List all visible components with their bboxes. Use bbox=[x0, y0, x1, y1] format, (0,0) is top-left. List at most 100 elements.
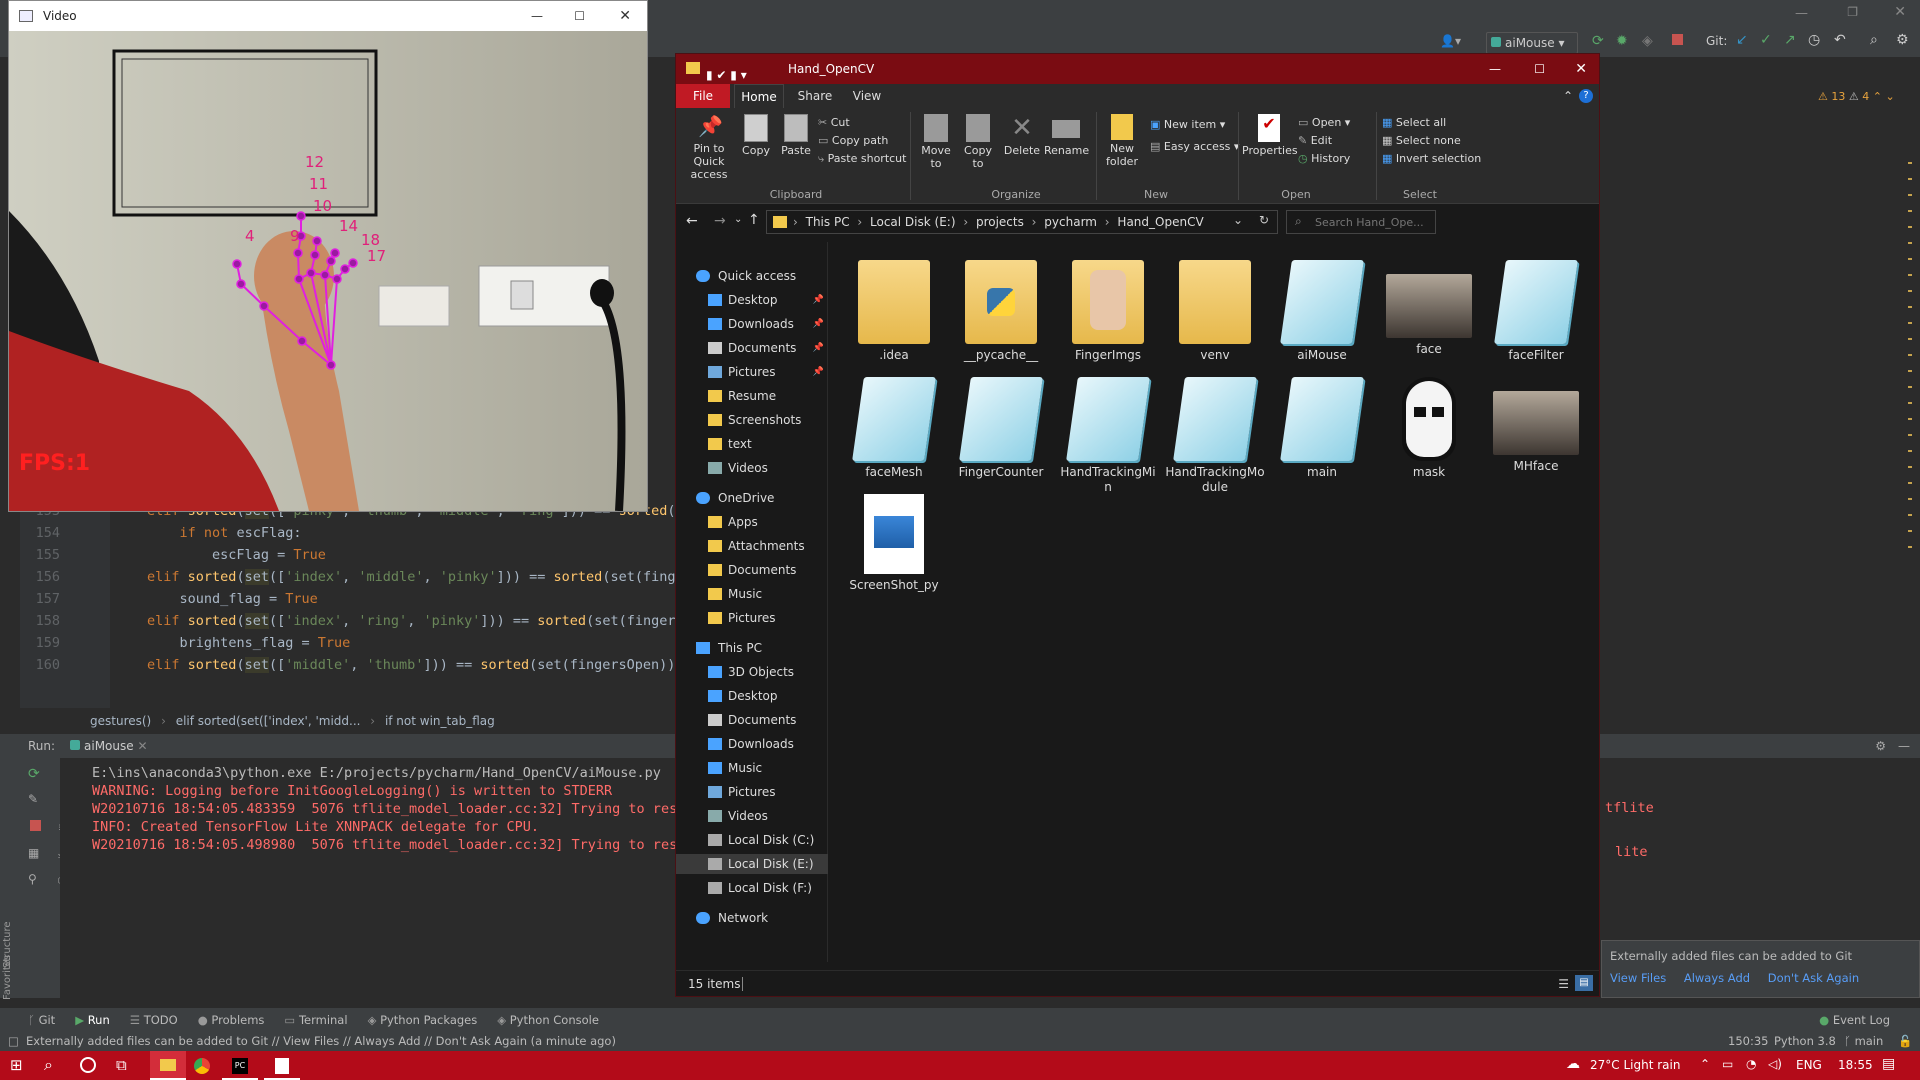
close-icon[interactable]: ✕ bbox=[1894, 4, 1906, 20]
refresh-icon[interactable]: ↻ bbox=[1259, 213, 1269, 227]
windows-start-icon[interactable]: ⊞ bbox=[10, 1056, 23, 1074]
file-item[interactable]: venv bbox=[1165, 260, 1265, 363]
copy-button[interactable]: Copy bbox=[738, 112, 774, 182]
pin-icon[interactable]: 📌 bbox=[813, 338, 824, 358]
nav-item-local-disk-c[interactable]: Local Disk (C:) bbox=[676, 830, 828, 850]
file-item[interactable]: mask bbox=[1379, 377, 1479, 480]
path-segment[interactable]: pycharm bbox=[1044, 215, 1097, 229]
stop-icon[interactable] bbox=[1672, 34, 1683, 45]
nav-item-documents[interactable]: Documents bbox=[676, 710, 828, 730]
chevron-right-icon[interactable]: › bbox=[1101, 215, 1113, 229]
settings-icon[interactable]: ⚙ bbox=[1896, 32, 1909, 48]
restore-icon[interactable]: ❐ bbox=[1847, 5, 1858, 19]
nav-item-resume[interactable]: Resume bbox=[676, 386, 828, 406]
nav-item-attachments[interactable]: Attachments bbox=[676, 536, 828, 556]
file-item[interactable]: faceMesh bbox=[844, 377, 944, 480]
git-push-icon[interactable]: ↗ bbox=[1784, 32, 1796, 48]
rename-button[interactable]: Rename bbox=[1044, 112, 1089, 182]
always-add-link[interactable]: Always Add bbox=[1684, 971, 1750, 985]
history-icon[interactable]: ◷ bbox=[1808, 32, 1820, 48]
battery-icon[interactable]: ▭ bbox=[1722, 1057, 1733, 1071]
tool-tab-python-packages[interactable]: ◈ Python Packages bbox=[368, 1013, 478, 1027]
nav-item-videos[interactable]: Videos bbox=[676, 458, 828, 478]
nav-item-onedrive[interactable]: OneDrive bbox=[676, 488, 828, 508]
easy-access-button[interactable]: ▤ Easy access ▾ bbox=[1150, 136, 1239, 158]
warnings-indicator[interactable]: ⚠ 13 ⚠ 4 ⌃ ⌄ bbox=[1818, 90, 1895, 103]
pin-icon[interactable]: 📌 bbox=[813, 290, 824, 310]
file-item[interactable]: aiMouse bbox=[1272, 260, 1372, 363]
nav-item-screenshots[interactable]: Screenshots bbox=[676, 410, 828, 430]
caret-position[interactable]: 150:35 bbox=[1728, 1031, 1768, 1051]
coverage-icon[interactable]: ◈ bbox=[1642, 33, 1653, 49]
search-icon[interactable]: ⌕ bbox=[44, 1055, 53, 1075]
close-icon[interactable]: ✕ bbox=[619, 1, 631, 31]
weather-text[interactable]: 27°C Light rain bbox=[1590, 1058, 1680, 1072]
paste-shortcut-button[interactable]: ⤷ Paste shortcut bbox=[818, 150, 906, 168]
path-segment[interactable]: Local Disk (E:) bbox=[870, 215, 956, 229]
pin-icon[interactable]: 📌 bbox=[813, 362, 824, 382]
path-segment[interactable]: This PC bbox=[806, 215, 850, 229]
open-button[interactable]: ▭ Open ▾ bbox=[1298, 114, 1350, 132]
stop-icon[interactable] bbox=[30, 820, 41, 831]
file-item[interactable]: main bbox=[1272, 377, 1372, 480]
nav-item-documents[interactable]: Documents bbox=[676, 560, 828, 580]
breadcrumb-item[interactable]: gestures() bbox=[90, 714, 151, 728]
run-config-selector[interactable]: aiMouse ▾ bbox=[1486, 32, 1578, 54]
status-message[interactable]: Externally added files can be added to G… bbox=[26, 1031, 616, 1051]
file-item[interactable]: faceFilter bbox=[1486, 260, 1586, 363]
nav-item-desktop[interactable]: Desktop 📌 bbox=[676, 290, 828, 310]
nav-item-quick-access[interactable]: Quick access bbox=[676, 266, 828, 286]
code-line[interactable]: if not escFlag: bbox=[82, 522, 302, 544]
new-item-button[interactable]: ▣ New item ▾ bbox=[1150, 114, 1239, 136]
collapse-ribbon-icon[interactable]: ⌃ bbox=[1563, 84, 1573, 108]
address-bar[interactable]: › This PC › Local Disk (E:) › projects ›… bbox=[766, 210, 1278, 234]
breadcrumb-item[interactable]: if not win_tab_flag bbox=[385, 714, 495, 728]
git-branch[interactable]: ᚴ main bbox=[1844, 1031, 1883, 1051]
nav-item-downloads[interactable]: Downloads 📌 bbox=[676, 314, 828, 334]
move-to-button[interactable]: Move to bbox=[916, 112, 956, 182]
navigation-pane[interactable]: Quick access Desktop 📌 Downloads 📌 Documents 📌… bbox=[676, 242, 828, 962]
recent-icon[interactable]: ⌄ bbox=[734, 214, 742, 225]
pin-icon[interactable]: 📌 bbox=[813, 314, 824, 334]
code-line[interactable]: sound_flag = True bbox=[82, 588, 318, 610]
pin-icon[interactable]: ⚲ bbox=[28, 872, 37, 886]
error-stripe[interactable] bbox=[1908, 148, 1912, 548]
nav-item-music[interactable]: Music bbox=[676, 758, 828, 778]
code-line[interactable]: elif sorted(set(['index', 'ring', 'pinky… bbox=[82, 610, 708, 632]
maximize-icon[interactable]: ☐ bbox=[574, 1, 585, 31]
taskbar-explorer[interactable] bbox=[150, 1051, 186, 1080]
nav-item-desktop[interactable]: Desktop bbox=[676, 686, 828, 706]
nav-item-network[interactable]: Network bbox=[676, 908, 828, 928]
git-update-icon[interactable]: ↙ bbox=[1736, 32, 1748, 48]
search-input[interactable] bbox=[1315, 213, 1431, 231]
user-icon[interactable]: 👤▾ bbox=[1440, 34, 1461, 48]
video-titlebar[interactable]: Video — ☐ ✕ bbox=[9, 1, 647, 31]
file-item[interactable]: .idea bbox=[844, 260, 944, 363]
minimize-icon[interactable]: — bbox=[1489, 54, 1501, 84]
pin-quick-access-button[interactable]: 📌 Pin to Quick access bbox=[684, 112, 734, 182]
tray-overflow-icon[interactable]: ⌃ bbox=[1700, 1057, 1710, 1071]
cut-button[interactable]: ✂ Cut bbox=[818, 114, 906, 132]
nav-item-pictures[interactable]: Pictures bbox=[676, 782, 828, 802]
breadcrumb-item[interactable]: elif sorted(set(['index', 'midd... bbox=[176, 714, 361, 728]
chrome-icon[interactable] bbox=[194, 1058, 210, 1074]
nav-item-pictures[interactable]: Pictures bbox=[676, 608, 828, 628]
view-files-link[interactable]: View Files bbox=[1610, 971, 1666, 985]
tool-tab-problems[interactable]: ● Problems bbox=[198, 1013, 265, 1027]
tool-tab-terminal[interactable]: ▭ Terminal bbox=[284, 1013, 347, 1027]
dropdown-icon[interactable]: ⌄ bbox=[1233, 213, 1243, 227]
path-segment[interactable]: Hand_OpenCV bbox=[1117, 215, 1203, 229]
nav-item-downloads[interactable]: Downloads bbox=[676, 734, 828, 754]
chevron-right-icon[interactable]: › bbox=[793, 215, 802, 229]
wifi-icon[interactable]: ◔ bbox=[1746, 1057, 1756, 1071]
clock[interactable]: 18:55 bbox=[1838, 1058, 1873, 1072]
tab-file[interactable]: File bbox=[676, 84, 730, 108]
wrench-icon[interactable]: ✎ bbox=[28, 792, 38, 806]
back-icon[interactable]: ← bbox=[686, 213, 698, 229]
tab-view[interactable]: View bbox=[842, 84, 892, 108]
hide-icon[interactable]: — bbox=[1898, 734, 1910, 758]
taskbar-pycharm[interactable]: PC bbox=[222, 1051, 258, 1080]
delete-button[interactable]: ✕ Delete bbox=[1002, 112, 1042, 182]
nav-item-videos[interactable]: Videos bbox=[676, 806, 828, 826]
git-commit-icon[interactable]: ✓ bbox=[1760, 32, 1772, 48]
